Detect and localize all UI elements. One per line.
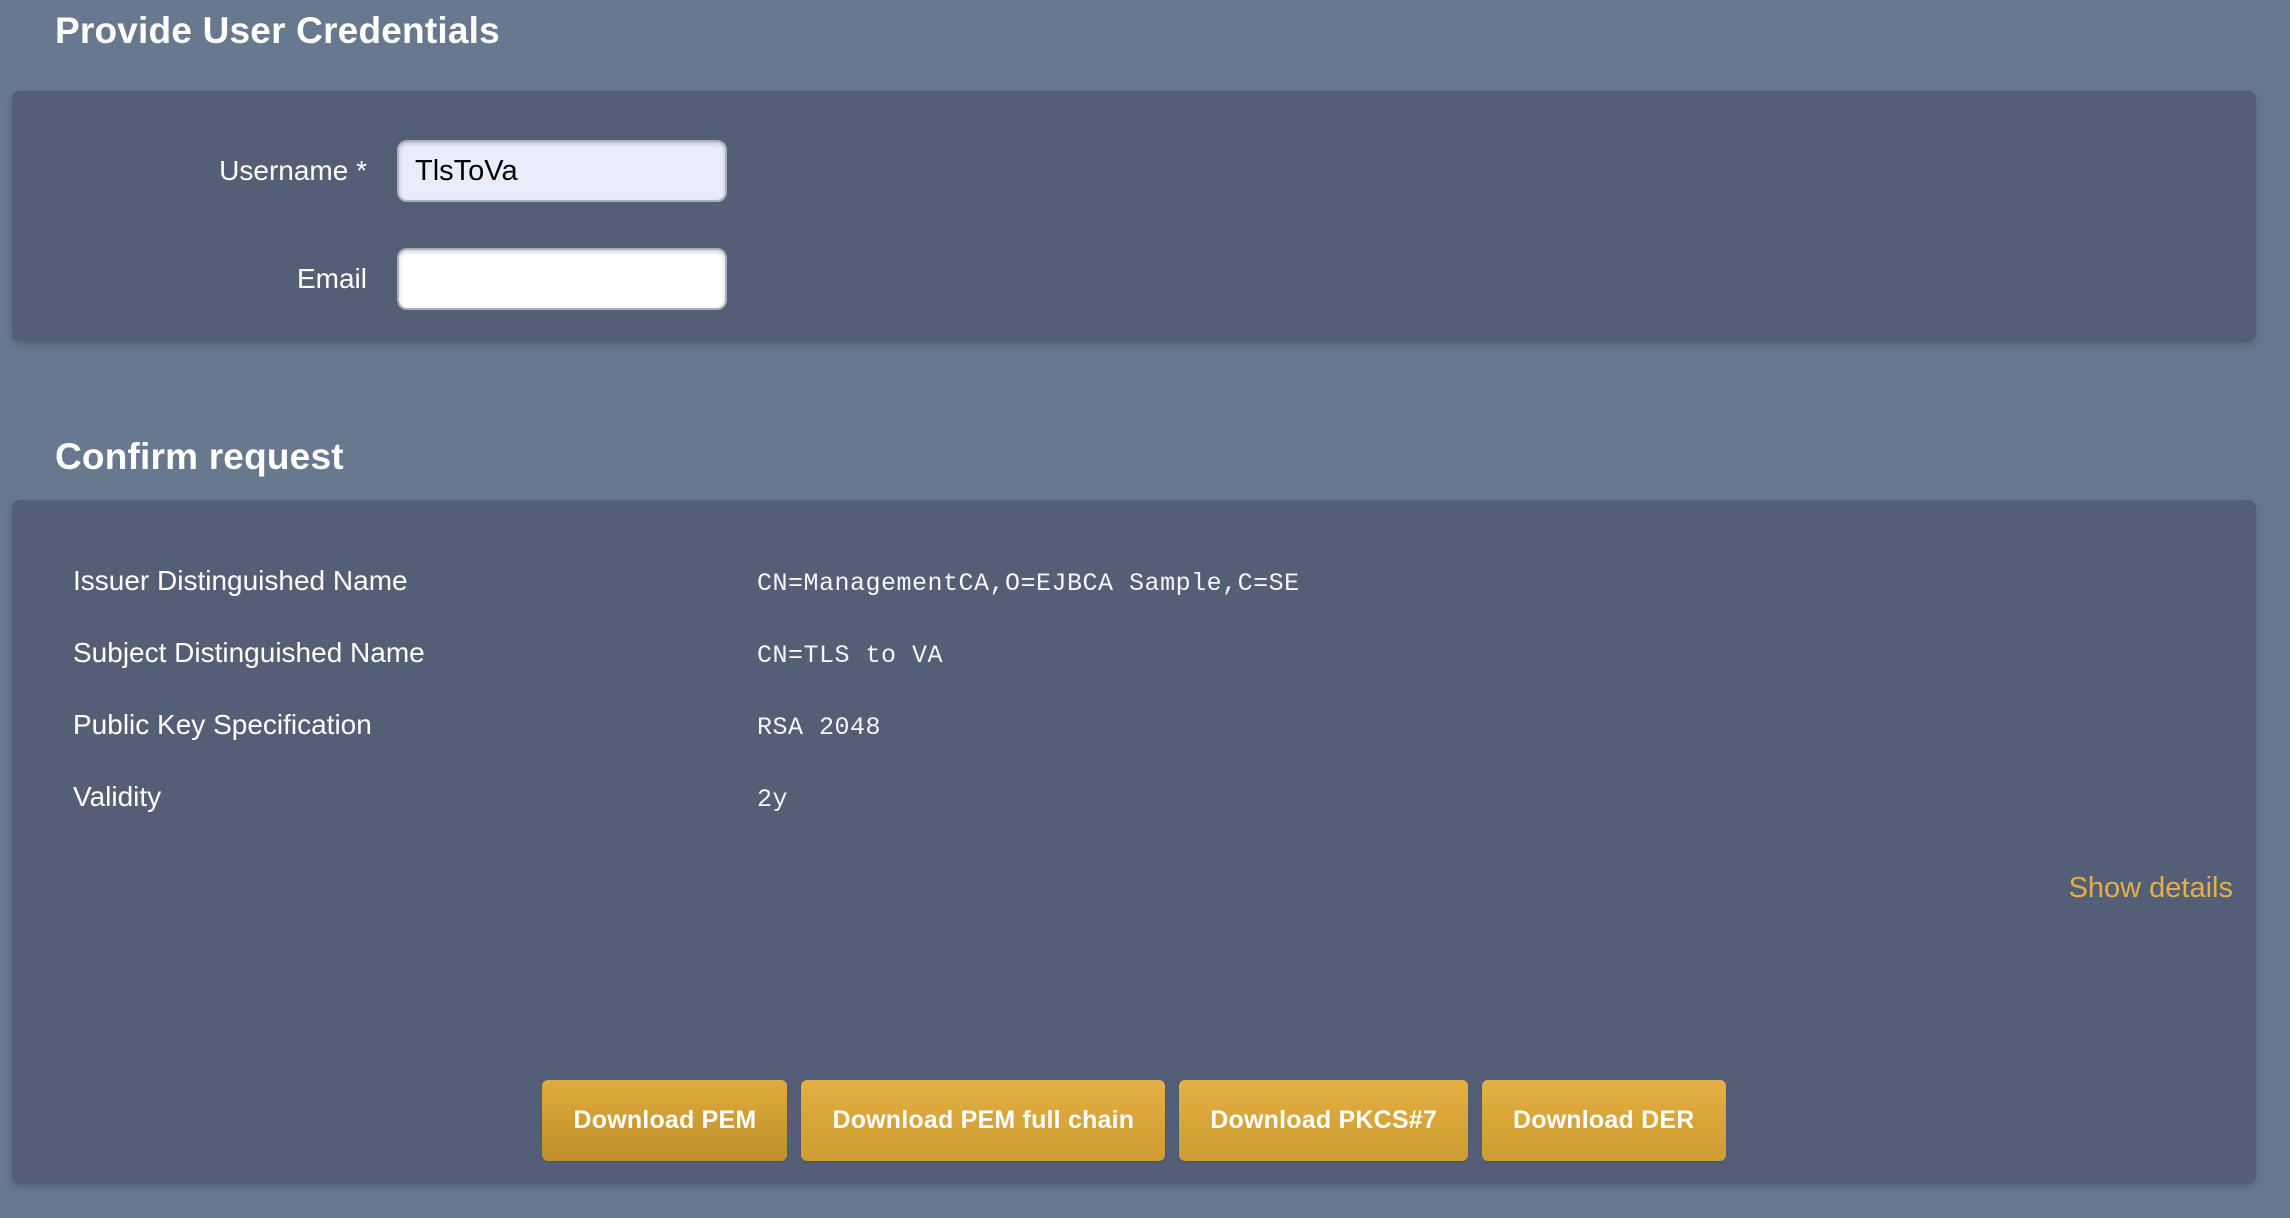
username-row: Username * (12, 140, 2256, 202)
credentials-panel: Username * Email (12, 91, 2256, 342)
download-pkcs7-button[interactable]: Download PKCS#7 (1179, 1080, 1468, 1161)
download-pem-button[interactable]: Download PEM (542, 1080, 787, 1161)
subject-dn-row: Subject Distinguished Name CN=TLS to VA (12, 636, 2256, 708)
email-row: Email (12, 248, 2256, 310)
email-label: Email (12, 248, 367, 310)
download-der-button[interactable]: Download DER (1482, 1080, 1726, 1161)
validity-label: Validity (73, 780, 757, 814)
show-details-link[interactable]: Show details (2069, 872, 2233, 904)
email-input[interactable] (397, 248, 727, 310)
subject-dn-value: CN=TLS to VA (757, 639, 943, 673)
public-key-spec-value: RSA 2048 (757, 711, 881, 745)
public-key-spec-row: Public Key Specification RSA 2048 (12, 708, 2256, 780)
issuer-dn-label: Issuer Distinguished Name (73, 564, 757, 598)
credentials-section-title: Provide User Credentials (55, 0, 2290, 53)
certificate-enrollment-page: Provide User Credentials Username * Emai… (0, 0, 2290, 1218)
download-button-row: Download PEM Download PEM full chain Dow… (12, 1080, 2256, 1161)
download-pem-full-chain-button[interactable]: Download PEM full chain (801, 1080, 1165, 1161)
issuer-dn-value: CN=ManagementCA,O=EJBCA Sample,C=SE (757, 567, 1300, 601)
validity-row: Validity 2y (12, 780, 2256, 852)
show-details-wrap: Show details (12, 872, 2256, 905)
username-label: Username * (12, 140, 367, 202)
validity-value: 2y (757, 783, 788, 817)
confirm-section-title: Confirm request (55, 435, 2290, 479)
issuer-dn-row: Issuer Distinguished Name CN=ManagementC… (12, 564, 2256, 636)
subject-dn-label: Subject Distinguished Name (73, 636, 757, 670)
confirm-request-panel: Issuer Distinguished Name CN=ManagementC… (12, 500, 2256, 1184)
public-key-spec-label: Public Key Specification (73, 708, 757, 742)
username-input[interactable] (397, 140, 727, 202)
